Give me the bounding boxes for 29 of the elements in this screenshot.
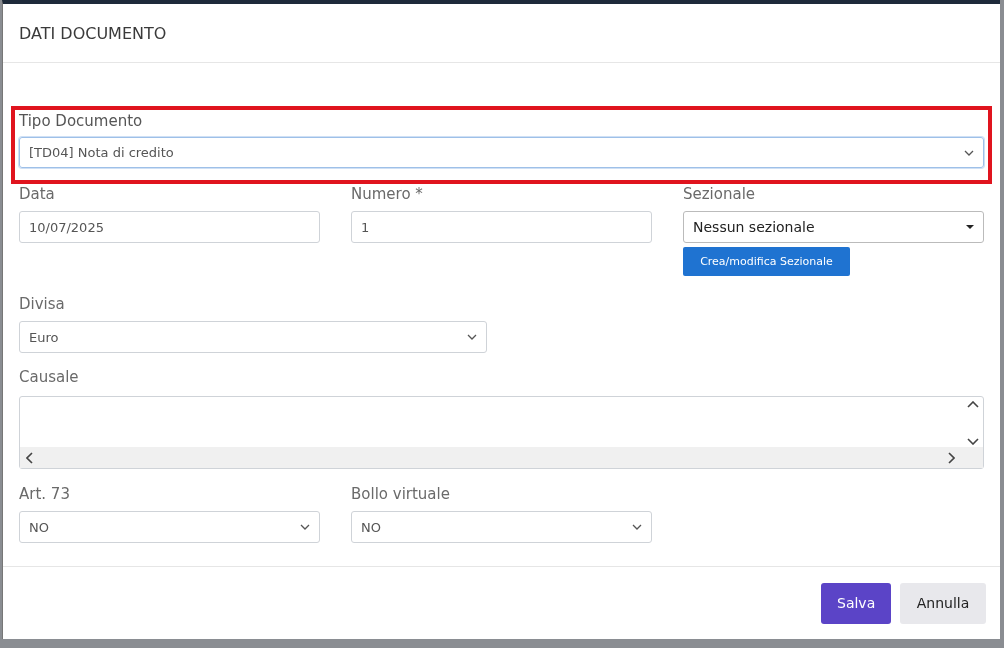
scroll-down-icon[interactable] — [967, 438, 979, 445]
dropdown-field[interactable]: Nessun sezionale — [683, 211, 984, 243]
select-field[interactable]: Euro — [19, 321, 487, 353]
chevron-down-icon — [632, 524, 642, 530]
input-field[interactable]: 10/07/2025 — [19, 211, 320, 243]
select-field[interactable]: NO — [351, 511, 652, 543]
dialog-title: DATI DOCUMENTO — [19, 23, 167, 43]
field-label: Data — [19, 184, 56, 204]
horizontal-scrollbar[interactable] — [20, 447, 983, 468]
chevron-down-icon — [300, 524, 310, 530]
field-label: Art. 73 — [19, 484, 71, 504]
field-label: Sezionale — [683, 184, 757, 204]
edit-button[interactable]: Crea/modifica Sezionale — [683, 247, 850, 276]
field-label: Numero * — [351, 184, 424, 204]
chevron-down-icon — [964, 149, 974, 156]
select-field[interactable]: NO — [19, 511, 320, 543]
scroll-right-icon[interactable] — [948, 451, 955, 464]
field-label: Divisa — [19, 294, 66, 314]
field-label: Tipo Documento — [19, 111, 144, 131]
save-button[interactable]: Salva — [821, 582, 891, 624]
cancel-button[interactable]: Annulla — [900, 582, 986, 624]
chevron-down-icon — [467, 334, 477, 340]
select-field[interactable]: [TD04] Nota di credito — [19, 137, 984, 168]
caret-down-icon — [966, 225, 974, 229]
scroll-left-icon[interactable] — [26, 451, 33, 464]
input-field[interactable]: 1 — [351, 211, 652, 243]
field-label: Bollo virtuale — [351, 484, 451, 504]
field-label: Causale — [19, 367, 80, 387]
scroll-up-icon[interactable] — [967, 401, 979, 408]
